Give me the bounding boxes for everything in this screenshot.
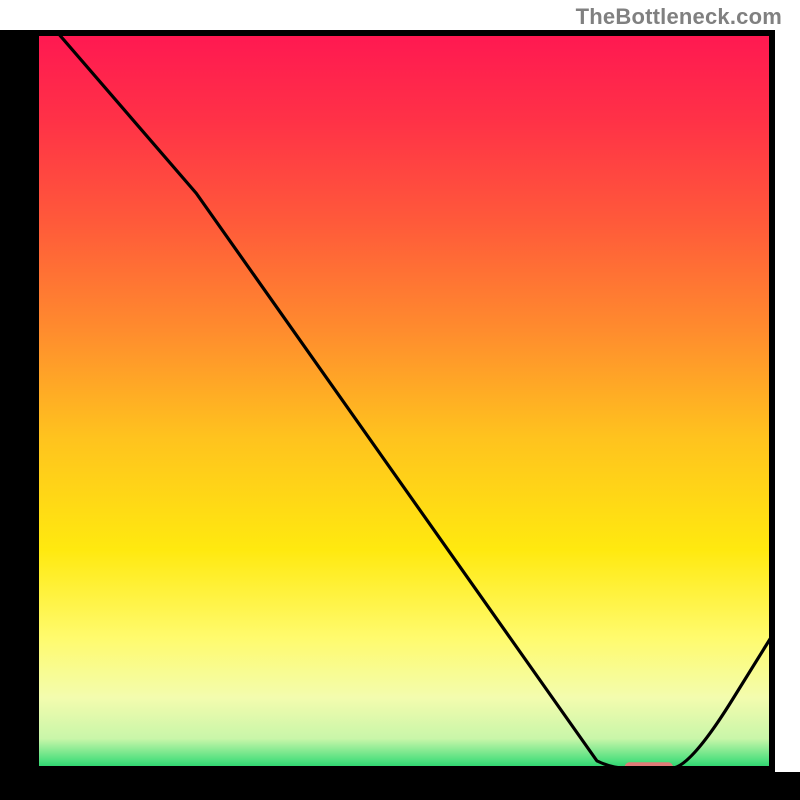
watermark-text: TheBottleneck.com — [576, 4, 782, 30]
chart-stage: TheBottleneck.com — [0, 0, 800, 800]
plot-gradient-background — [33, 30, 775, 772]
axis-band-bottom — [0, 772, 800, 800]
bottleneck-chart — [0, 0, 800, 800]
axis-band-left — [0, 30, 33, 800]
